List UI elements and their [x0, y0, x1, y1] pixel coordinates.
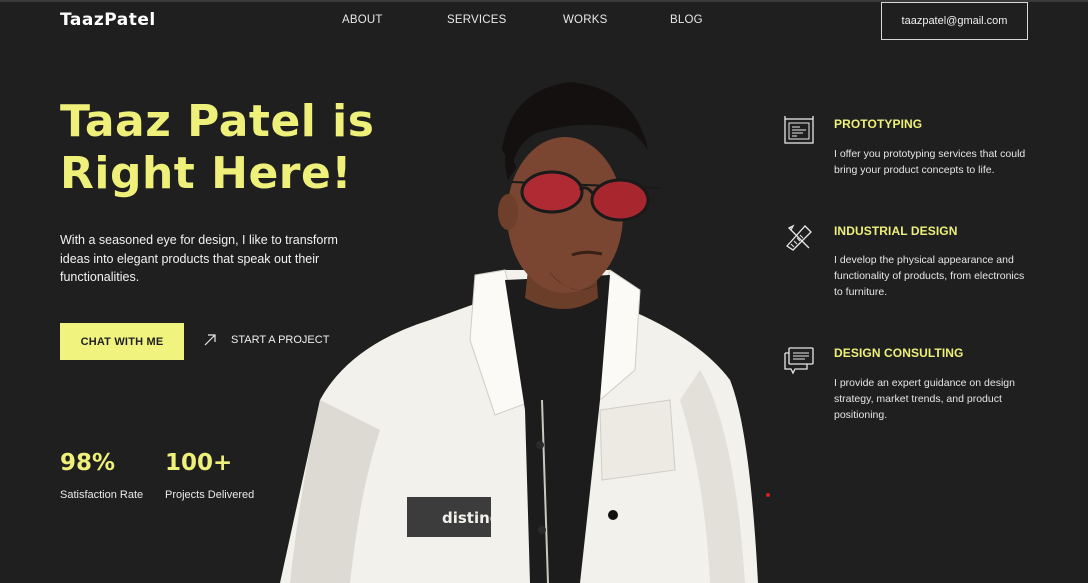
red-dot	[766, 493, 770, 497]
service-prototyping-desc-line-1: I offer you prototyping services that co…	[834, 148, 1026, 160]
service-industrial-desc-line-3: to furniture.	[834, 286, 888, 298]
nav-works[interactable]: WORKS	[563, 14, 607, 26]
service-consulting-desc-line-1: I provide an expert guidance on design	[834, 377, 1015, 389]
service-consulting-desc-line-3: positioning.	[834, 409, 888, 421]
stat-satisfaction-label: Satisfaction Rate	[60, 489, 144, 501]
jacket-patch-text: distinc	[442, 509, 499, 527]
stat-satisfaction-value: 98%	[60, 450, 116, 476]
portrait-image: distinc	[280, 82, 758, 583]
nav-about[interactable]: ABOUT	[342, 14, 383, 26]
site-logo[interactable]: TaazPatel	[60, 10, 156, 30]
stat-projects-value: 100+	[165, 450, 233, 476]
service-industrial-desc-line-1: I develop the physical appearance and	[834, 254, 1014, 266]
service-industrial-desc: I develop the physical appearance and fu…	[834, 252, 1034, 300]
service-consulting-desc-line-2: strategy, market trends, and product	[834, 393, 1002, 405]
service-prototyping-desc-line-2: bring your product concepts to life.	[834, 164, 995, 176]
stat-projects-label: Projects Delivered	[165, 489, 255, 501]
landing-page: TaazPatel ABOUT SERVICES WORKS BLOG taaz…	[0, 0, 1088, 583]
service-consulting-title: DESIGN CONSULTING	[834, 346, 964, 360]
blueprint-icon	[784, 116, 814, 144]
nav-blog[interactable]: BLOG	[670, 14, 703, 26]
ruler-pencil-icon	[786, 224, 812, 251]
service-industrial-desc-line-2: functionality of products, from electron…	[834, 270, 1025, 282]
nav-services[interactable]: SERVICES	[447, 14, 507, 26]
service-industrial-title: INDUSTRIAL DESIGN	[834, 224, 958, 238]
arrow-up-right-icon	[204, 334, 216, 346]
service-consulting-desc: I provide an expert guidance on design s…	[834, 375, 1034, 423]
service-prototyping-desc: I offer you prototyping services that co…	[834, 146, 1034, 178]
email-button[interactable]: taazpatel@gmail.com	[881, 2, 1028, 40]
service-prototyping-title: PROTOTYPING	[834, 117, 923, 131]
chat-bubbles-icon	[784, 347, 814, 375]
chat-with-me-button[interactable]: CHAT WITH ME	[60, 323, 184, 360]
